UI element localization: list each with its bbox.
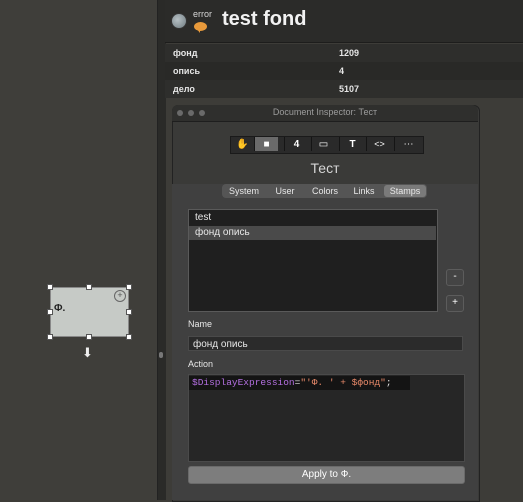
resize-handle[interactable]	[126, 284, 132, 290]
action-label: Action	[188, 359, 214, 369]
canvas-area[interactable]	[0, 0, 157, 500]
tab-links[interactable]: Links	[346, 185, 382, 197]
tab-system[interactable]: System	[224, 185, 264, 197]
note-title[interactable]: test fond	[222, 8, 306, 31]
name-label: Name	[188, 319, 213, 329]
list-item[interactable]: фонд опись	[189, 226, 436, 240]
inspected-object-name: Тест	[310, 160, 340, 176]
square-icon[interactable]: ■	[255, 137, 278, 151]
attribute-key: фонд	[173, 48, 198, 58]
toolbar-divider	[339, 137, 340, 151]
resize-handle[interactable]	[47, 334, 53, 340]
code-icon[interactable]: <>	[368, 137, 391, 151]
text-icon[interactable]: T	[341, 137, 364, 151]
stamp-name-field[interactable]: фонд опись	[188, 336, 463, 351]
toolbar-divider	[394, 137, 395, 151]
resize-handle[interactable]	[126, 309, 132, 315]
status-label: error	[193, 9, 213, 19]
tab-user[interactable]: User	[266, 185, 304, 197]
attribute-row[interactable]: опись 4	[165, 62, 523, 80]
code-variable: $DisplayExpression	[192, 377, 295, 388]
add-stamp-button[interactable]: +	[446, 295, 464, 312]
resize-handle[interactable]	[86, 334, 92, 340]
resize-handle[interactable]	[126, 334, 132, 340]
error-bubble-tail	[196, 28, 200, 33]
resize-handle[interactable]	[47, 284, 53, 290]
toolbar-divider	[366, 137, 367, 151]
shape-label: Ф.	[54, 303, 66, 314]
note-header	[165, 0, 523, 43]
action-code-line[interactable]: $DisplayExpression="'Ф. ' + $фонд";	[189, 376, 410, 390]
tab-colors[interactable]: Colors	[306, 185, 344, 197]
hand-icon[interactable]: ✋	[231, 137, 254, 151]
apply-button[interactable]: Apply to Ф.	[188, 466, 465, 484]
attribute-value[interactable]: 4	[339, 66, 344, 76]
list-item-label: test	[195, 212, 212, 223]
attribute-value[interactable]: 5107	[339, 84, 359, 94]
inspector-title: Document Inspector: Тест	[272, 107, 378, 117]
attribute-row[interactable]: дело 5107	[165, 80, 523, 98]
more-icon[interactable]: ⋯	[397, 137, 420, 151]
resize-handle[interactable]	[86, 284, 92, 290]
remove-stamp-button[interactable]: -	[446, 269, 464, 286]
split-grip-icon[interactable]	[159, 352, 163, 358]
four-icon[interactable]: 4	[285, 137, 308, 151]
list-item-label: фонд опись	[195, 227, 250, 238]
gradient-icon[interactable]: ▭	[312, 137, 335, 151]
attribute-row[interactable]: фонд 1209	[165, 44, 523, 62]
tab-stamps[interactable]: Stamps	[384, 185, 426, 197]
shape-expand-icon[interactable]: +	[114, 290, 126, 302]
list-item[interactable]: test	[189, 211, 436, 225]
resize-handle[interactable]	[47, 309, 53, 315]
attribute-key: дело	[173, 84, 195, 94]
attribute-key: опись	[173, 66, 201, 76]
attribute-value[interactable]: 1209	[339, 48, 359, 58]
status-circle-icon[interactable]	[171, 13, 187, 29]
down-arrow-icon[interactable]: ⬇	[82, 345, 93, 361]
code-string: "'Ф. ' + $фонд"	[300, 377, 386, 388]
code-terminator: ;	[385, 377, 392, 388]
